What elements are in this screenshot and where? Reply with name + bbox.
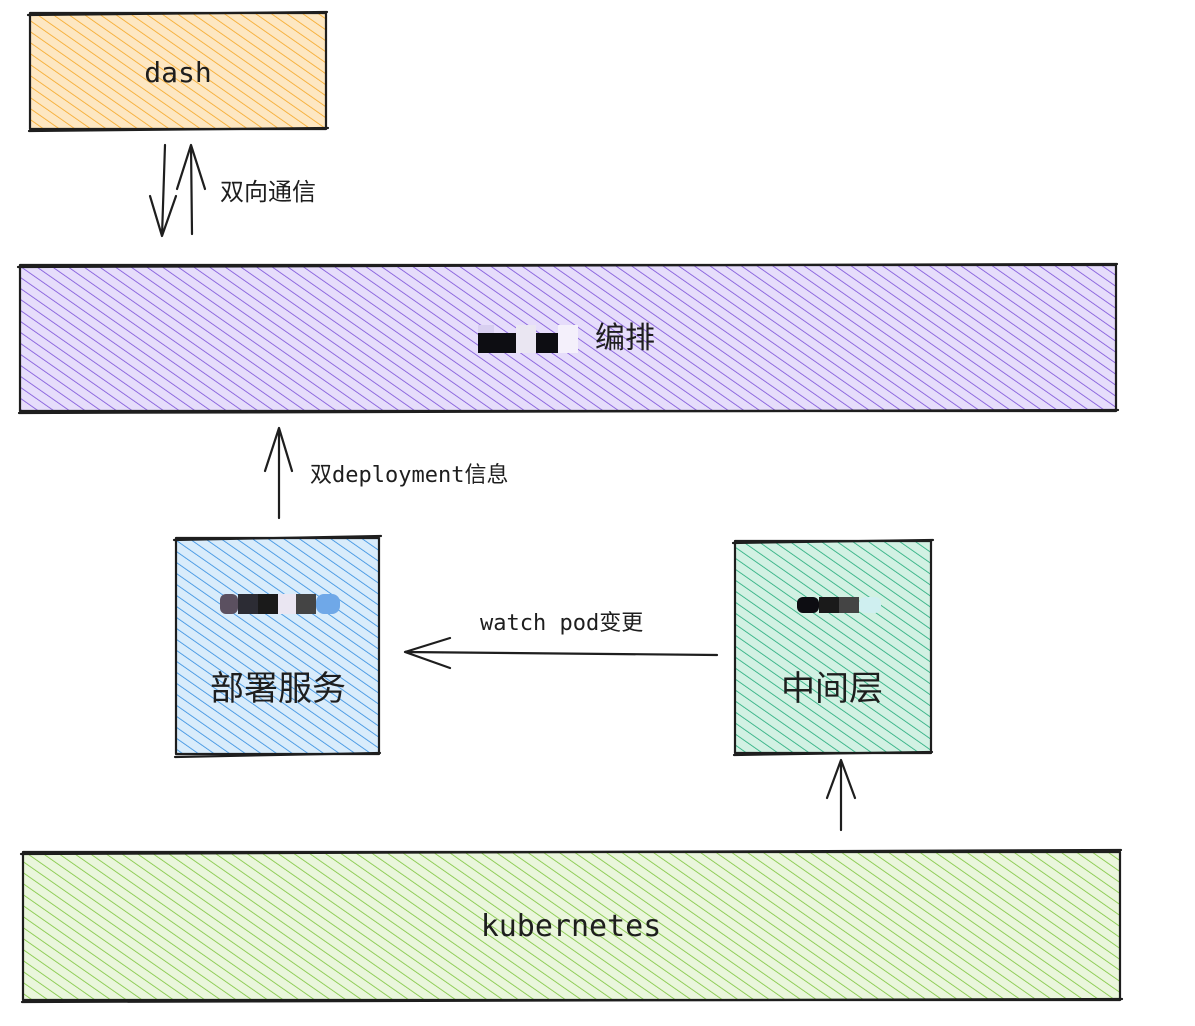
redacted-text-block — [797, 597, 881, 613]
orchestration-label: 编排 — [595, 321, 655, 356]
deploy-orchestration-label: 双deployment信息 — [310, 463, 508, 488]
kubernetes-label: kubernetes — [481, 909, 662, 944]
down-arrow — [148, 143, 178, 238]
middle-deploy-arrow: watch pod变更 — [403, 611, 719, 670]
deploy-service-label: 部署服务 — [210, 669, 346, 709]
dash-orchestration-label: 双向通信 — [220, 178, 316, 206]
dash-label: dash — [144, 56, 211, 89]
up-arrow — [175, 143, 207, 236]
architecture-diagram: dash 双向通信 编排 双deployment信息 部署服务 watch po… — [16, 10, 1124, 1004]
redacted-text-block — [478, 325, 578, 353]
deploy-service-node: 部署服务 — [172, 534, 383, 759]
orchestration-node: 编排 — [16, 262, 1120, 415]
dash-orchestration-arrows: 双向通信 — [148, 143, 316, 238]
up-arrow — [825, 758, 857, 832]
left-arrow — [403, 636, 719, 670]
up-arrow — [263, 426, 294, 520]
middle-deploy-label: watch pod变更 — [480, 611, 643, 636]
deploy-orchestration-arrow: 双deployment信息 — [263, 426, 508, 520]
middle-layer-node: 中间层 — [731, 538, 935, 757]
kubernetes-node: kubernetes — [19, 848, 1124, 1004]
dash-node: dash — [26, 10, 330, 133]
kubernetes-middle-arrow — [825, 758, 857, 832]
redacted-text-block — [220, 594, 340, 614]
middle-layer-label: 中间层 — [781, 669, 883, 709]
